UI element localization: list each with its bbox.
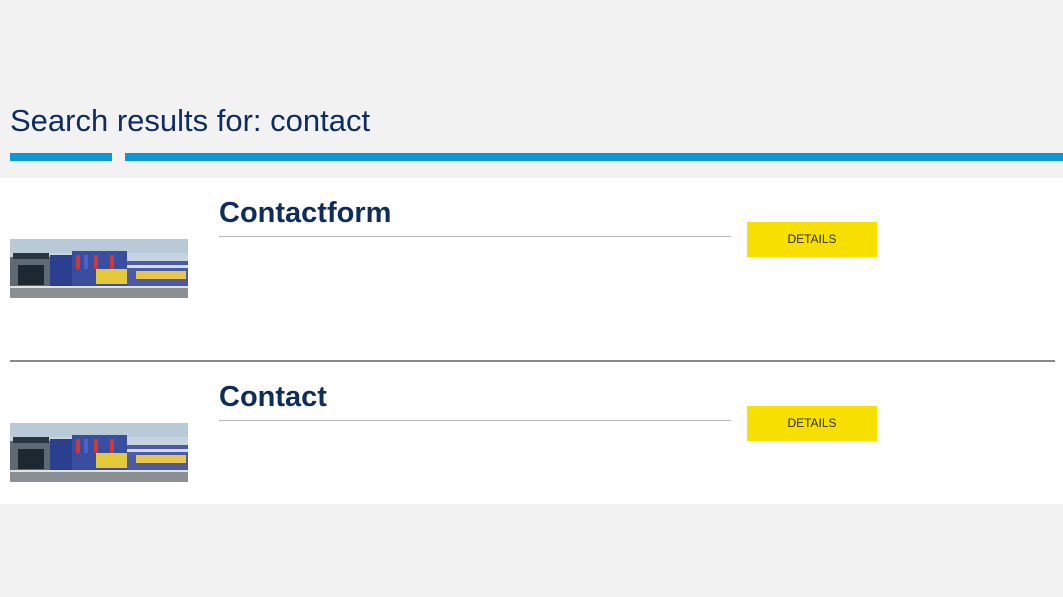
- search-results-list: Contactform DETAILS Contact DETAILS: [0, 178, 1063, 504]
- search-result-item: Contactform DETAILS: [0, 178, 1063, 338]
- result-title-link[interactable]: Contact: [219, 378, 327, 416]
- result-title-underline: [219, 420, 731, 421]
- building-photo-image: [10, 423, 188, 482]
- result-title-link[interactable]: Contactform: [219, 194, 391, 232]
- details-button[interactable]: DETAILS: [747, 406, 877, 441]
- result-thumbnail[interactable]: [10, 239, 188, 298]
- result-thumbnail[interactable]: [10, 423, 188, 482]
- page-title: Search results for: contact: [10, 103, 371, 138]
- title-underline-long: [125, 153, 1063, 161]
- result-title-underline: [219, 236, 731, 237]
- search-result-item: Contact DETAILS: [0, 362, 1063, 522]
- title-underline-short: [10, 153, 112, 161]
- building-photo-image: [10, 239, 188, 298]
- details-button[interactable]: DETAILS: [747, 222, 877, 257]
